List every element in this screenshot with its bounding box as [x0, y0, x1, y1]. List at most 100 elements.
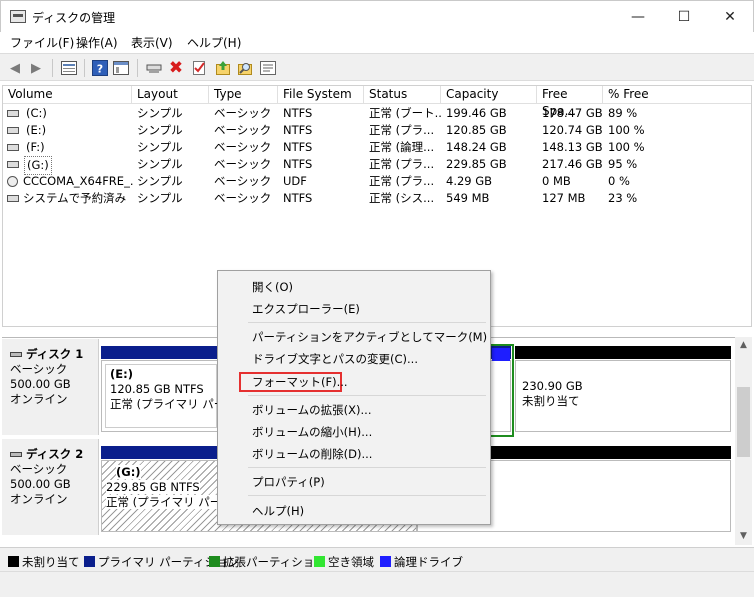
volume-capacity: 120.85 GB	[446, 123, 507, 137]
delete-icon[interactable]: ✖	[167, 58, 185, 78]
partition-size: 229.85 GB NTFS	[106, 480, 200, 494]
drive-icon	[7, 127, 19, 134]
menu-item-open[interactable]: 開く(O)	[252, 279, 293, 295]
volume-filesystem: NTFS	[283, 106, 313, 120]
volume-type: ベーシック	[214, 106, 272, 120]
legend-swatch	[84, 556, 95, 567]
help-icon[interactable]: ?	[91, 59, 109, 77]
forward-icon[interactable]: ▶	[27, 59, 45, 77]
drive-icon	[7, 144, 19, 151]
legend-extended-partition: 拡張パーティション	[209, 554, 326, 570]
partition-status: 未割り当て	[522, 394, 580, 408]
partition-unallocated[interactable]: 230.90 GB 未割り当て	[515, 360, 731, 432]
menu-item-format[interactable]: フォーマット(F)...	[252, 374, 348, 390]
disk-size: 500.00 GB	[10, 377, 71, 391]
connect-icon[interactable]	[145, 59, 163, 77]
volume-filesystem: NTFS	[283, 157, 313, 171]
disk-management-icon	[10, 10, 26, 23]
disk-2-label[interactable]: ディスク 2 ベーシック 500.00 GB オンライン	[2, 439, 99, 535]
volume-percent-free: 95 %	[608, 157, 638, 171]
column-header-status[interactable]: Status	[364, 86, 441, 104]
volume-free-space: 178.47 GB	[542, 106, 602, 120]
menu-item-explorer[interactable]: エクスプローラー(E)	[252, 301, 360, 317]
search-icon[interactable]	[236, 59, 254, 77]
menu-action[interactable]: 操作(A)	[76, 34, 118, 51]
volume-capacity: 4.29 GB	[446, 174, 493, 188]
volume-row-c[interactable]: (C:) シンプル ベーシック NTFS 正常 (ブート... 199.46 G…	[3, 105, 751, 122]
properties-grid-icon[interactable]	[60, 59, 78, 77]
vertical-scrollbar[interactable]: ▲ ▼	[735, 337, 752, 545]
scroll-thumb[interactable]	[737, 387, 750, 457]
menu-bar: ファイル(F) 操作(A) 表示(V) ヘルプ(H)	[0, 32, 754, 52]
minimize-button[interactable]: —	[615, 1, 661, 32]
menu-item-delete-volume[interactable]: ボリュームの削除(D)...	[252, 446, 372, 462]
column-header-type[interactable]: Type	[209, 86, 278, 104]
legend: 未割り当て プライマリ パーティション 拡張パーティション 空き領域 論理ドライ…	[0, 547, 754, 571]
volume-percent-free: 100 %	[608, 123, 645, 137]
partition-label: (G:)	[116, 465, 141, 479]
window-title: ディスクの管理	[32, 11, 116, 25]
volume-type: ベーシック	[214, 157, 272, 171]
close-button[interactable]: ✕	[707, 1, 753, 32]
legend-swatch	[314, 556, 325, 567]
volume-percent-free: 89 %	[608, 106, 638, 120]
volume-row-f[interactable]: (F:) シンプル ベーシック NTFS 正常 (論理... 148.24 GB…	[3, 139, 751, 156]
volume-row-cd[interactable]: CCCOMA_X64FRE_... シンプル ベーシック UDF 正常 (プラ.…	[3, 173, 751, 190]
disk-type: ベーシック	[10, 362, 68, 376]
menu-file[interactable]: ファイル(F)	[10, 34, 74, 51]
toolbar-separator	[52, 59, 53, 77]
volume-free-space: 127 MB	[542, 191, 586, 205]
column-header-free-space[interactable]: Free Spa...	[537, 86, 603, 118]
column-header-layout[interactable]: Layout	[132, 86, 209, 104]
column-header-capacity[interactable]: Capacity	[441, 86, 537, 104]
menu-item-help[interactable]: ヘルプ(H)	[252, 503, 304, 519]
import-icon[interactable]	[214, 59, 232, 77]
menu-item-shrink-volume[interactable]: ボリュームの縮小(H)...	[252, 424, 372, 440]
volume-row-g[interactable]: (G:) シンプル ベーシック NTFS 正常 (プラ... 229.85 GB…	[3, 156, 751, 175]
volume-free-space: 120.74 GB	[542, 123, 602, 137]
logical-drive-bar	[492, 348, 510, 361]
toolbar-separator	[137, 59, 138, 77]
menu-separator	[248, 467, 486, 468]
volume-percent-free: 0 %	[608, 174, 630, 188]
toolbar: ◀ ▶ ? ✖	[0, 53, 754, 81]
maximize-button[interactable]: ☐	[661, 1, 707, 32]
menu-help[interactable]: ヘルプ(H)	[187, 34, 241, 51]
volume-row-e[interactable]: (E:) シンプル ベーシック NTFS 正常 (プラ... 120.85 GB…	[3, 122, 751, 139]
volume-layout: シンプル	[137, 191, 183, 205]
menu-item-properties[interactable]: プロパティ(P)	[252, 474, 325, 490]
volume-name: (E:)	[26, 123, 47, 137]
volume-capacity: 549 MB	[446, 191, 490, 205]
menu-item-change-drive-letter[interactable]: ドライブ文字とパスの変更(C)...	[252, 351, 418, 367]
legend-unallocated: 未割り当て	[8, 554, 80, 570]
legend-swatch	[209, 556, 220, 567]
scroll-down-icon[interactable]: ▼	[735, 528, 752, 545]
volume-free-space: 148.13 GB	[542, 140, 602, 154]
volume-free-space: 0 MB	[542, 174, 571, 188]
column-header-percent-free[interactable]: % Free	[603, 86, 751, 104]
hard-disk-icon	[10, 452, 22, 457]
checkmark-icon[interactable]	[190, 59, 208, 77]
back-icon[interactable]: ◀	[6, 59, 24, 77]
menu-view[interactable]: 表示(V)	[131, 34, 173, 51]
volume-layout: シンプル	[137, 123, 183, 137]
volume-layout: シンプル	[137, 106, 183, 120]
column-header-filesystem[interactable]: File System	[278, 86, 364, 104]
volume-row-reserved[interactable]: システムで予約済み シンプル ベーシック NTFS 正常 (シス... 549 …	[3, 190, 751, 207]
menu-item-mark-active[interactable]: パーティションをアクティブとしてマーク(M)	[252, 329, 487, 345]
volume-layout: シンプル	[137, 174, 183, 188]
unallocated-bar	[515, 346, 731, 359]
volume-status: 正常 (プラ...	[369, 174, 435, 188]
menu-item-extend-volume[interactable]: ボリュームの拡張(X)...	[252, 402, 371, 418]
volume-status: 正常 (シス...	[369, 191, 435, 205]
console-icon[interactable]	[112, 59, 130, 77]
scroll-up-icon[interactable]: ▲	[735, 337, 752, 354]
settings-icon[interactable]	[259, 59, 277, 77]
hard-disk-icon	[10, 352, 22, 357]
volume-type: ベーシック	[214, 174, 272, 188]
menu-separator	[248, 322, 486, 323]
disk-1-label[interactable]: ディスク 1 ベーシック 500.00 GB オンライン	[2, 339, 99, 435]
column-header-volume[interactable]: Volume	[3, 86, 132, 104]
volume-percent-free: 100 %	[608, 140, 645, 154]
volume-status: 正常 (プラ...	[369, 157, 435, 171]
